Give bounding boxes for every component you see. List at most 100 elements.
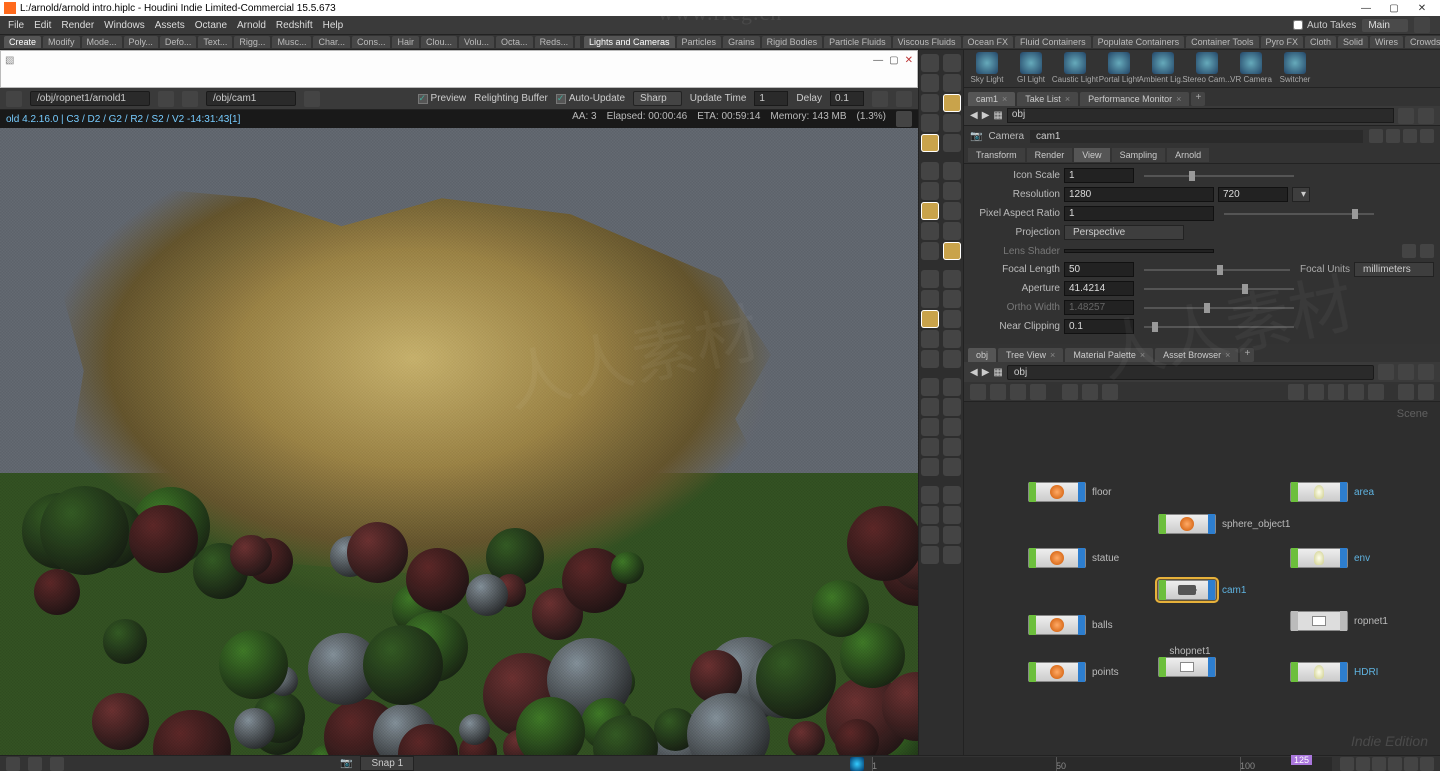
side-tool-icon[interactable] <box>943 526 961 544</box>
net-list-icon[interactable] <box>970 384 986 400</box>
info-icon[interactable] <box>1403 129 1417 143</box>
side-tool-icon[interactable] <box>943 418 961 436</box>
side-tool-icon[interactable] <box>921 546 939 564</box>
side-tool-icon[interactable] <box>921 458 939 476</box>
shelf-tab[interactable]: Poly... <box>124 36 158 48</box>
net-wire2-icon[interactable] <box>1308 384 1324 400</box>
render-viewport[interactable] <box>0 128 918 755</box>
side-tool-icon[interactable] <box>921 506 939 524</box>
net-home-icon[interactable] <box>1418 384 1434 400</box>
menu-render[interactable]: Render <box>61 20 94 31</box>
side-tool-icon[interactable] <box>921 350 939 368</box>
side-tool-icon[interactable] <box>943 94 961 112</box>
shelf-tab[interactable]: Modify <box>43 36 80 48</box>
side-tool-icon[interactable] <box>921 222 939 240</box>
update-time-field[interactable]: 1 <box>754 91 788 106</box>
render-stop-icon[interactable] <box>896 111 912 127</box>
net-pin-icon[interactable] <box>1378 364 1394 380</box>
tl-prev-icon[interactable] <box>1356 757 1370 771</box>
snap-dropdown[interactable]: Snap 1 <box>360 756 414 771</box>
filter-dropdown[interactable]: Sharp <box>633 91 682 106</box>
gear-icon[interactable] <box>1369 129 1383 143</box>
shelf-tab[interactable]: Reds... <box>535 36 574 48</box>
render-help-icon[interactable] <box>896 91 912 107</box>
cam-chooser-icon[interactable] <box>182 91 198 107</box>
shelf-tab[interactable]: Pyro FX <box>1261 36 1304 48</box>
side-tool-icon[interactable] <box>943 134 961 152</box>
shelf-tab[interactable]: Lights and Cameras <box>584 36 675 48</box>
window-minimize-button[interactable]: — <box>1352 1 1380 15</box>
side-tool-icon[interactable] <box>921 486 939 504</box>
side-tool-icon[interactable] <box>921 526 939 544</box>
side-tool-icon[interactable] <box>921 270 939 288</box>
side-tool-icon[interactable] <box>943 202 961 220</box>
auto-takes-toggle[interactable]: Auto Takes <box>1293 20 1356 31</box>
shelf-tab[interactable]: Volu... <box>459 36 494 48</box>
net-thumb-icon[interactable] <box>1030 384 1046 400</box>
res-preset-dropdown[interactable]: ▾ <box>1292 187 1310 202</box>
slider-icon-scale[interactable] <box>1144 175 1294 177</box>
side-tool-icon[interactable] <box>943 506 961 524</box>
net-opt3-icon[interactable] <box>1102 384 1118 400</box>
timeline-ruler[interactable]: 125 150100 <box>872 757 1332 771</box>
slider-aperture[interactable] <box>1144 288 1294 290</box>
pane-tab[interactable]: Take List× <box>1017 92 1078 106</box>
delay-field[interactable]: 0.1 <box>830 91 864 106</box>
back-icon[interactable]: ◀ <box>970 110 978 121</box>
param-tab-sampling[interactable]: Sampling <box>1112 148 1166 162</box>
node-ropnet1[interactable]: ropnet1 <box>1290 611 1388 631</box>
shelf-tab[interactable]: Viscous Fluids <box>893 36 961 48</box>
side-tool-icon[interactable] <box>943 378 961 396</box>
net-gear-icon[interactable] <box>1398 364 1414 380</box>
node-sphere_object1[interactable]: sphere_object1 <box>1158 514 1290 534</box>
network-tab[interactable]: Asset Browser× <box>1155 348 1238 362</box>
side-tool-icon[interactable] <box>921 162 939 180</box>
network-tab[interactable]: obj <box>968 348 996 362</box>
node-statue[interactable]: statue <box>1028 548 1119 568</box>
side-tool-icon[interactable] <box>921 94 939 112</box>
pane-tab[interactable]: Performance Monitor× <box>1080 92 1189 106</box>
input-par[interactable]: 1 <box>1064 206 1214 221</box>
parameter-path-field[interactable]: obj <box>1007 108 1394 123</box>
input-nearclip[interactable]: 0.1 <box>1064 319 1134 334</box>
cam-expand-icon[interactable] <box>304 91 320 107</box>
node-floor[interactable]: floor <box>1028 482 1111 502</box>
play-icon[interactable] <box>50 757 64 771</box>
dropdown-focal-units[interactable]: millimeters <box>1354 262 1434 277</box>
menu-arnold[interactable]: Arnold <box>237 20 266 31</box>
side-tool-icon[interactable] <box>921 330 939 348</box>
side-tool-icon[interactable] <box>921 134 939 152</box>
side-tool-icon[interactable] <box>943 74 961 92</box>
side-tool-icon[interactable] <box>921 418 939 436</box>
net-wire5-icon[interactable] <box>1368 384 1384 400</box>
dropdown-projection[interactable]: Perspective <box>1064 225 1184 240</box>
autoupdate-toggle[interactable]: Auto-Update <box>556 93 625 104</box>
param-tab-render[interactable]: Render <box>1027 148 1073 162</box>
input-res-h[interactable]: 720 <box>1218 187 1288 202</box>
help-icon[interactable] <box>1420 129 1434 143</box>
input-lens-shader[interactable] <box>1064 249 1214 253</box>
shelf-tab[interactable]: Rigid Bodies <box>762 36 823 48</box>
shelf-tool[interactable]: Sky Light <box>970 52 1004 84</box>
net-back-icon[interactable]: ◀ <box>970 367 978 378</box>
net-find-icon[interactable] <box>1398 384 1414 400</box>
window-close-button[interactable]: ✕ <box>1408 1 1436 15</box>
node-env[interactable]: env <box>1290 548 1370 568</box>
shelf-tab[interactable]: Char... <box>313 36 350 48</box>
shelf-tab[interactable]: Create <box>4 36 41 48</box>
menu-redshift[interactable]: Redshift <box>276 20 313 31</box>
tl-last-icon[interactable] <box>1404 757 1418 771</box>
slider-focal[interactable] <box>1144 269 1290 271</box>
shelf-tab[interactable]: Mode... <box>82 36 122 48</box>
menu-assets[interactable]: Assets <box>155 20 185 31</box>
side-tool-icon[interactable] <box>943 458 961 476</box>
input-focal[interactable]: 50 <box>1064 262 1134 277</box>
tl-next-icon[interactable] <box>1388 757 1402 771</box>
net-fwd-icon[interactable]: ▶ <box>982 367 990 378</box>
net-grid-icon[interactable] <box>1010 384 1026 400</box>
side-tool-icon[interactable] <box>921 378 939 396</box>
param-tab-arnold[interactable]: Arnold <box>1167 148 1209 162</box>
node-balls[interactable]: balls <box>1028 615 1113 635</box>
side-tool-icon[interactable] <box>921 54 939 72</box>
tl-gear-icon[interactable] <box>1420 757 1434 771</box>
